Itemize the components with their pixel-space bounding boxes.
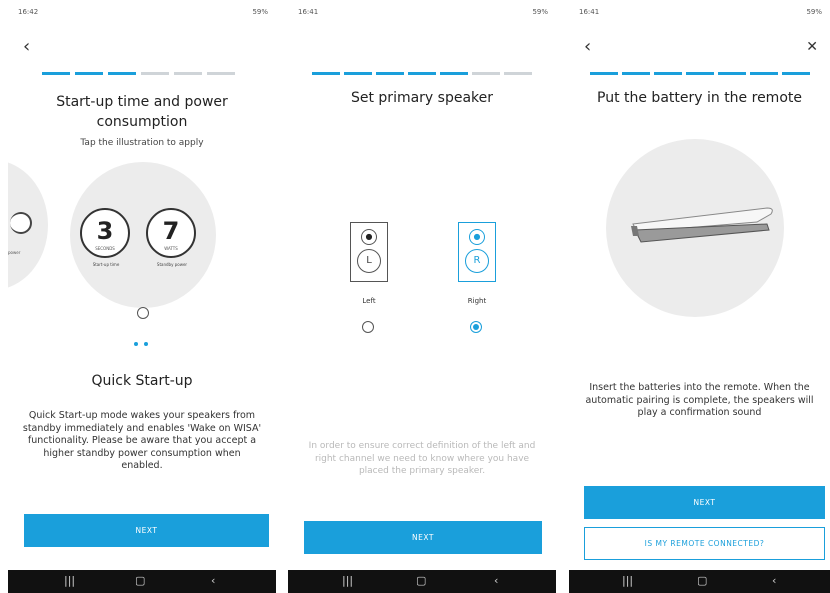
back-button[interactable]: ‹: [584, 38, 591, 56]
progress-step: [504, 72, 532, 75]
progress-step: [312, 72, 340, 75]
remote-control-icon: [631, 207, 773, 243]
system-navbar: ||| ▢ ‹: [569, 570, 830, 593]
progress-step: [686, 72, 714, 75]
back-nav-icon[interactable]: ‹: [772, 574, 776, 588]
screen-primary-speaker: 16:41 59% Set primary speaker ● L Left ●…: [288, 0, 556, 593]
progress-step: [472, 72, 500, 75]
back-nav-icon[interactable]: ‹: [211, 574, 215, 588]
status-time: 16:41: [298, 8, 319, 16]
progress-step: [207, 72, 235, 75]
page-subtitle: Tap the illustration to apply: [80, 138, 204, 148]
startup-time-caption: Start-up time: [92, 262, 120, 267]
pager-dot: [144, 342, 148, 346]
status-bar: 16:41 59%: [579, 6, 822, 20]
back-button[interactable]: ‹: [23, 38, 30, 56]
tweeter-icon: ●: [361, 229, 377, 245]
progress-indicator: [312, 72, 532, 75]
next-button[interactable]: NEXT: [24, 514, 269, 547]
progress-step: [344, 72, 372, 75]
recents-icon[interactable]: |||: [64, 574, 75, 588]
page-title: Put the battery in the remote: [597, 90, 802, 106]
progress-step: [750, 72, 778, 75]
pager-dot: [134, 342, 138, 346]
speaker-symbol-left: L: [357, 249, 381, 273]
standby-power-value: 7: [162, 217, 180, 245]
progress-step: [108, 72, 136, 75]
progress-step: [718, 72, 746, 75]
progress-step: [42, 72, 70, 75]
startup-time-unit: SECONDS: [95, 246, 115, 251]
progress-step: [408, 72, 436, 75]
left-speaker-label: Left: [362, 297, 376, 305]
option-description: Quick Start-up mode wakes your speakers …: [22, 410, 262, 471]
quick-startup-radio[interactable]: [137, 307, 149, 319]
option-title: Quick Start-up: [91, 373, 193, 389]
home-icon[interactable]: ▢: [135, 574, 145, 588]
page-title: Set primary speaker: [350, 90, 494, 106]
speaker-symbol-right: R: [465, 249, 489, 273]
left-speaker-radio[interactable]: [362, 321, 374, 333]
standby-power-unit: WATTS: [164, 246, 178, 251]
progress-step: [174, 72, 202, 75]
remote-connected-button[interactable]: IS MY REMOTE CONNECTED?: [584, 527, 825, 560]
screen-remote-battery: 16:41 59% ‹ ✕ Put the battery in the rem…: [569, 0, 830, 593]
status-battery: 59%: [252, 8, 268, 16]
progress-step: [590, 72, 618, 75]
next-button[interactable]: NEXT: [584, 486, 825, 519]
right-speaker-icon[interactable]: ● R: [458, 222, 496, 282]
back-nav-icon[interactable]: ‹: [494, 574, 498, 588]
startup-time-dial-icon: 3 SECONDS: [80, 208, 130, 258]
status-bar: 16:41 59%: [298, 6, 548, 20]
standby-power-dial-icon: 7 WATTS: [146, 208, 196, 258]
progress-step: [376, 72, 404, 75]
standby-power-caption: Standby power: [156, 262, 188, 267]
system-navbar: ||| ▢ ‹: [288, 570, 556, 593]
speaker-hint: In order to ensure correct definition of…: [308, 441, 536, 476]
home-icon[interactable]: ▢: [416, 574, 426, 588]
progress-step: [141, 72, 169, 75]
pager-dots: [134, 342, 154, 346]
status-bar: 16:42 59%: [18, 6, 268, 20]
page-title: Start-up time and power consumption: [56, 94, 228, 130]
progress-step: [782, 72, 810, 75]
dial-partial-icon: [10, 212, 32, 234]
progress-indicator: [42, 72, 235, 75]
status-time: 16:42: [18, 8, 39, 16]
progress-indicator: [590, 72, 810, 75]
status-time: 16:41: [579, 8, 600, 16]
close-button[interactable]: ✕: [806, 40, 818, 54]
home-icon[interactable]: ▢: [697, 574, 707, 588]
tweeter-icon: ●: [469, 229, 485, 245]
screen-startup-power: 16:42 59% ‹ Start-up time and power cons…: [8, 0, 276, 593]
progress-step: [440, 72, 468, 75]
status-battery: 59%: [532, 8, 548, 16]
progress-step: [654, 72, 682, 75]
right-speaker-radio[interactable]: [470, 321, 482, 333]
battery-instructions: Insert the batteries into the remote. Wh…: [585, 382, 814, 418]
startup-time-value: 3: [96, 217, 114, 245]
progress-step: [75, 72, 103, 75]
recents-icon[interactable]: |||: [342, 574, 353, 588]
right-speaker-label: Right: [467, 297, 487, 305]
progress-step: [622, 72, 650, 75]
partial-caption: power: [8, 250, 21, 255]
system-navbar: ||| ▢ ‹: [8, 570, 276, 593]
recents-icon[interactable]: |||: [622, 574, 633, 588]
status-battery: 59%: [806, 8, 822, 16]
left-speaker-icon[interactable]: ● L: [350, 222, 388, 282]
next-button[interactable]: NEXT: [304, 521, 542, 554]
